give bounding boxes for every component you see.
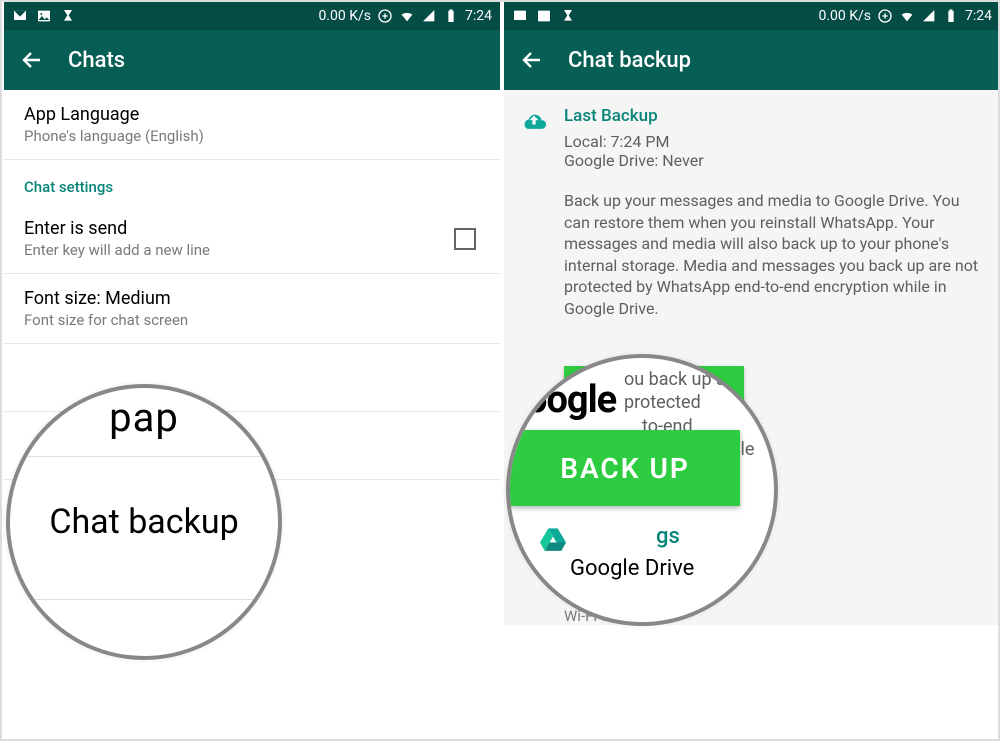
wifi-icon (399, 8, 415, 24)
mag-partial-text: pap (109, 394, 179, 441)
data-saver-icon (877, 8, 893, 24)
last-backup-local: Local: 7:24 PM (564, 132, 984, 151)
magnifier-chat-backup: pap Chat backup (6, 384, 282, 660)
cloud-upload-icon (520, 108, 548, 130)
google-drive-icon (538, 526, 568, 552)
status-bar: 0.00 K/s 7:24 (4, 2, 500, 30)
app-bar: Chat backup (504, 30, 1000, 90)
mag-google-fragment: oogle (526, 378, 616, 422)
row-label: App Language (24, 104, 480, 125)
network-speed: 0.00 K/s (318, 8, 371, 24)
row-app-language[interactable]: App Language Phone's language (English) (4, 90, 500, 160)
battery-icon (943, 8, 959, 24)
row-sub: Font size for chat screen (24, 311, 480, 329)
section-chat-settings: Chat settings (4, 160, 500, 204)
image-icon (536, 8, 552, 24)
mag-gd-title-fragment: gs (656, 524, 680, 549)
network-speed: 0.00 K/s (818, 8, 871, 24)
last-backup-title: Last Backup (564, 106, 984, 126)
message-icon (512, 8, 528, 24)
app-bar-title: Chat backup (568, 48, 691, 73)
battery-icon (443, 8, 459, 24)
signal-icon (921, 8, 937, 24)
wifi-icon (899, 8, 915, 24)
app-bar-title: Chats (68, 48, 125, 73)
message-icon (12, 8, 28, 24)
checkbox-enter-send[interactable] (454, 228, 476, 250)
last-backup-drive: Google Drive: Never (564, 151, 984, 170)
hourglass-icon (60, 8, 76, 24)
signal-icon (421, 8, 437, 24)
mag-back-up-button[interactable]: BACK UP (510, 430, 740, 506)
mag-row-fragment: Google Drive (570, 556, 694, 581)
backup-description: Back up your messages and media to Googl… (564, 190, 984, 320)
row-font-size[interactable]: Font size: Medium Font size for chat scr… (4, 274, 500, 344)
magnifier-back-up-button: oogle ou back up are not protected to-en… (506, 354, 778, 626)
row-label: Enter is send (24, 218, 480, 239)
back-icon[interactable] (20, 48, 44, 72)
mag-label: Chat backup (49, 502, 238, 542)
image-icon (36, 8, 52, 24)
last-backup-section: Last Backup Local: 7:24 PM Google Drive:… (504, 90, 1000, 336)
data-saver-icon (377, 8, 393, 24)
status-bar: 0.00 K/s 7:24 (504, 2, 1000, 30)
row-enter-is-send[interactable]: Enter is send Enter key will add a new l… (4, 204, 500, 274)
app-bar: Chats (4, 30, 500, 90)
row-sub: Enter key will add a new line (24, 241, 480, 259)
hourglass-icon (560, 8, 576, 24)
row-sub: Phone's language (English) (24, 127, 480, 145)
clock: 7:24 (465, 8, 492, 24)
back-icon[interactable] (520, 48, 544, 72)
clock: 7:24 (965, 8, 992, 24)
row-label: Font size: Medium (24, 288, 480, 309)
